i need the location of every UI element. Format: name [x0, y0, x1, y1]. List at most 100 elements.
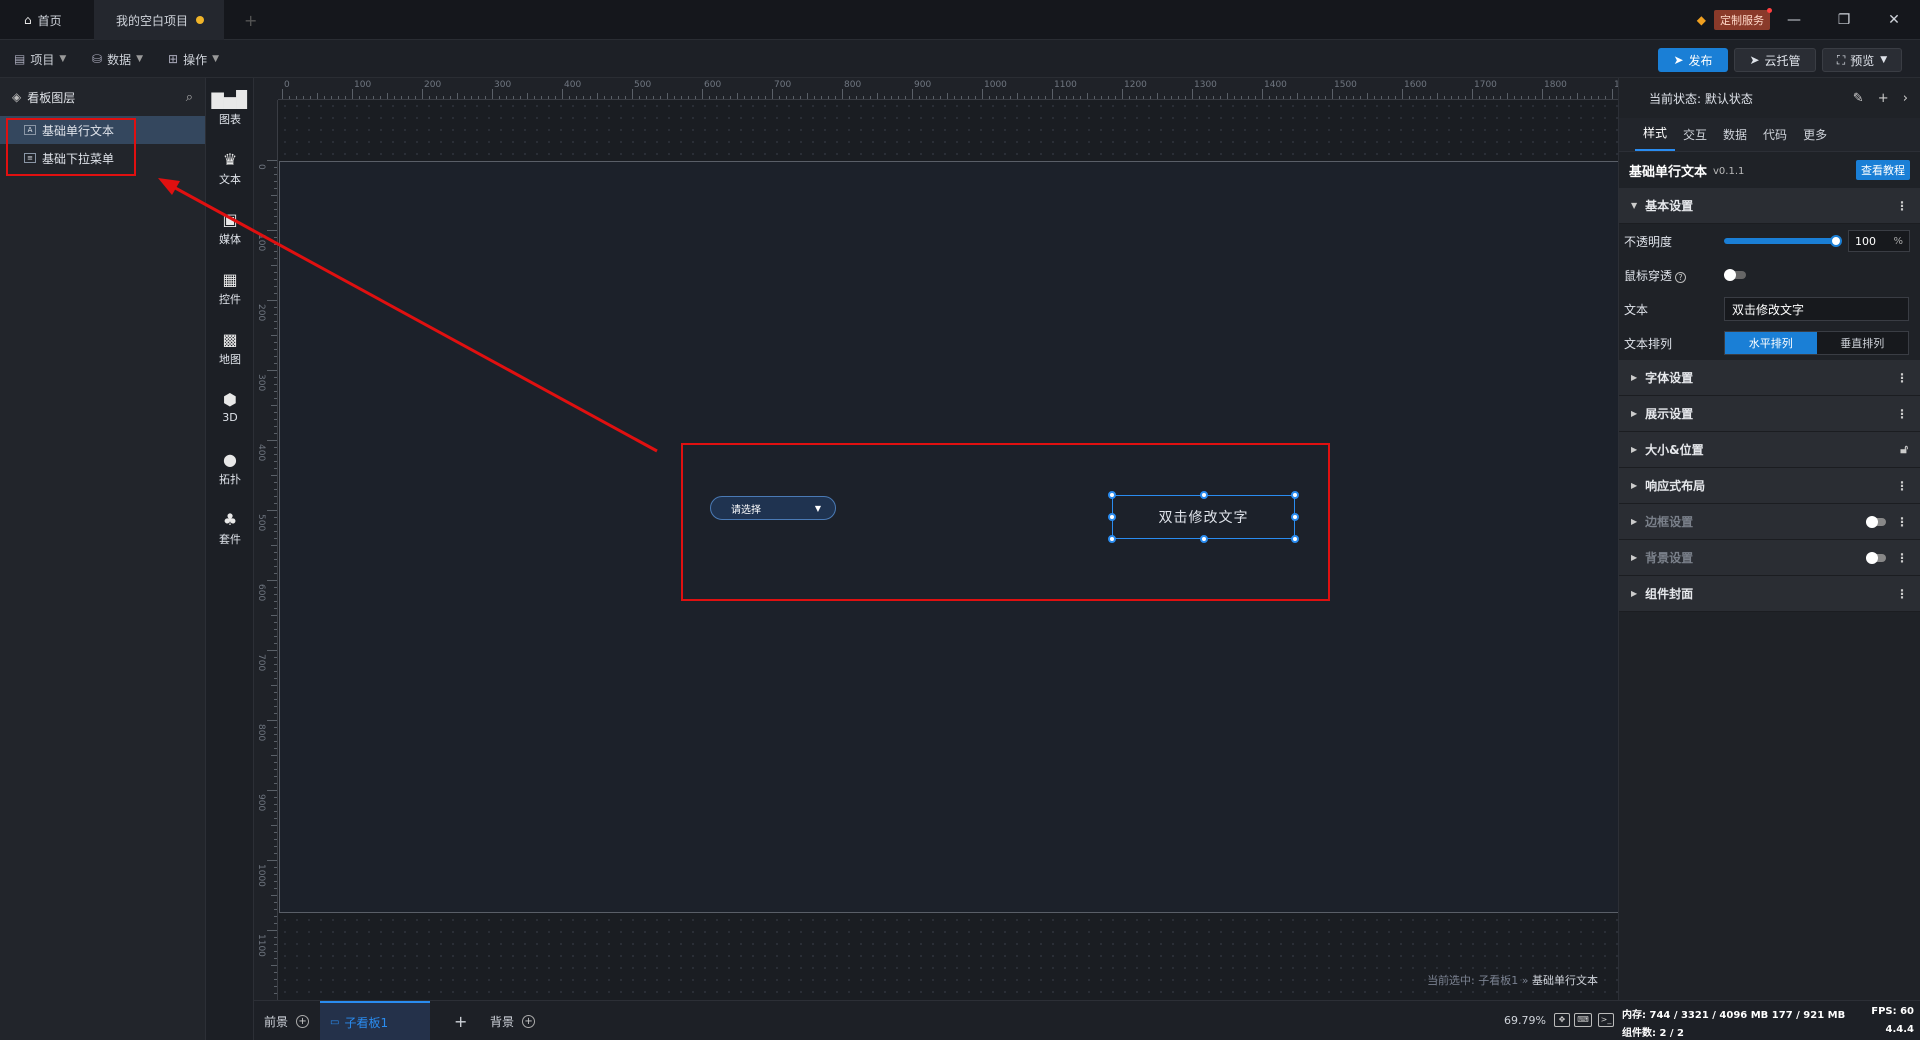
tab-code[interactable]: 代码	[1755, 126, 1795, 151]
ruler-tick	[274, 321, 277, 322]
section-background[interactable]: ▶ 背景设置 ⋮	[1619, 540, 1920, 576]
layers-icon: ◈	[12, 90, 22, 104]
category-3d[interactable]: ⬢ 3D	[206, 390, 254, 436]
add-circle-icon[interactable]: +	[522, 1014, 536, 1028]
fit-screen-icon[interactable]: ✥	[1554, 1013, 1570, 1027]
more-vertical-icon[interactable]: ⋮	[1896, 371, 1908, 385]
menu-bar: ▤ 项目 ▼ ⛁ 数据 ▼ ⊞ 操作 ▼ ➤ 发布 ➤ 云托管 ⛶ 预览 ▼	[0, 40, 1920, 78]
plus-icon[interactable]: +	[1878, 91, 1889, 106]
tab-home[interactable]: ⌂ 首页	[14, 0, 94, 40]
tab-subboard[interactable]: ▭ 子看板1	[320, 1001, 430, 1040]
close-window-button[interactable]: ✕	[1874, 0, 1914, 40]
section-basic[interactable]: ▼ 基本设置 ⋮	[1619, 188, 1920, 224]
opacity-input[interactable]: 100 %	[1848, 230, 1910, 252]
category-suite[interactable]: ♣ 套件	[206, 510, 254, 556]
ruler-tick	[1283, 96, 1284, 99]
ruler-tick	[828, 96, 829, 99]
more-vertical-icon[interactable]: ⋮	[1896, 515, 1908, 529]
tab-project[interactable]: 我的空白项目	[94, 0, 224, 40]
more-vertical-icon[interactable]: ⋮	[1896, 551, 1908, 565]
ruler-tick	[1577, 93, 1578, 99]
crown-icon: ♛	[222, 150, 238, 169]
ruler-tick	[274, 489, 277, 490]
more-vertical-icon[interactable]: ⋮	[1896, 587, 1908, 601]
ruler-tick	[604, 96, 605, 99]
category-chart[interactable]: ▇▅▉ 图表	[206, 90, 254, 136]
arrange-vertical-button[interactable]: 垂直排列	[1816, 332, 1908, 354]
category-control[interactable]: ▦ 控件	[206, 270, 254, 316]
background-toggle[interactable]	[1866, 551, 1886, 564]
ruler-tick	[317, 93, 318, 99]
ruler-tick	[274, 328, 277, 329]
category-media[interactable]: ▣ 媒体	[206, 210, 254, 256]
ruler-tick	[267, 650, 277, 651]
chevron-right-icon[interactable]: ›	[1903, 91, 1908, 106]
restore-button[interactable]: ❐	[1824, 0, 1864, 40]
ruler-tick	[274, 216, 277, 217]
tab-foreground[interactable]: 前景 +	[264, 1001, 310, 1040]
diamond-icon: ◆	[1696, 13, 1706, 27]
section-responsive[interactable]: ▶ 响应式布局 ⋮	[1619, 468, 1920, 504]
ruler-tick	[933, 96, 934, 99]
minimize-button[interactable]: —	[1774, 0, 1814, 40]
border-toggle[interactable]	[1866, 515, 1886, 528]
section-cover[interactable]: ▶ 组件封面 ⋮	[1619, 576, 1920, 612]
tab-background[interactable]: 背景 +	[490, 1001, 536, 1040]
tab-data[interactable]: 数据	[1715, 126, 1755, 151]
edit-icon[interactable]: ✎	[1853, 91, 1864, 106]
section-font[interactable]: ▶ 字体设置 ⋮	[1619, 360, 1920, 396]
shirt-icon: ♣	[222, 510, 238, 529]
lock-icon[interactable]: 🔓︎	[1900, 442, 1908, 457]
menu-data[interactable]: ⛁ 数据 ▼	[92, 49, 143, 69]
custom-service-button[interactable]: ◆ 定制服务	[1696, 8, 1772, 30]
text-input[interactable]: 双击修改文字	[1724, 297, 1909, 321]
ruler-tick	[271, 545, 277, 546]
menu-operate[interactable]: ⊞ 操作 ▼	[168, 49, 219, 69]
category-text[interactable]: ♛ 文本	[206, 150, 254, 196]
ruler-tick	[1129, 96, 1130, 99]
cloud-host-button[interactable]: ➤ 云托管	[1734, 48, 1816, 72]
ruler-tick-label: 900	[914, 80, 932, 90]
category-topology[interactable]: ● 拓扑	[206, 450, 254, 496]
add-tab-button[interactable]: +	[244, 0, 264, 40]
ruler-tick	[274, 958, 277, 959]
map-icon: ▩	[222, 330, 238, 349]
cloud-host-label: 云托管	[1764, 53, 1801, 68]
more-vertical-icon[interactable]: ⋮	[1896, 199, 1908, 213]
section-size-position[interactable]: ▶ 大小&位置 🔓︎	[1619, 432, 1920, 468]
section-display[interactable]: ▶ 展示设置 ⋮	[1619, 396, 1920, 432]
ruler-tick	[274, 531, 277, 532]
publish-button[interactable]: ➤ 发布	[1658, 48, 1728, 72]
ruler-tick	[611, 96, 612, 99]
tab-style[interactable]: 样式	[1635, 124, 1676, 151]
add-circle-icon[interactable]: +	[296, 1014, 310, 1028]
section-border[interactable]: ▶ 边框设置 ⋮	[1619, 504, 1920, 540]
arrange-horizontal-button[interactable]: 水平排列	[1725, 332, 1817, 354]
ruler-tick	[401, 96, 402, 99]
tab-project-label: 我的空白项目	[116, 13, 189, 28]
ruler-tick	[1290, 96, 1291, 99]
tab-more[interactable]: 更多	[1795, 126, 1835, 151]
keyboard-icon[interactable]: ⌨	[1574, 1013, 1592, 1027]
more-vertical-icon[interactable]: ⋮	[1896, 407, 1908, 421]
mouse-through-toggle[interactable]	[1724, 269, 1746, 281]
more-vertical-icon[interactable]: ⋮	[1896, 479, 1908, 493]
ruler-tick	[737, 93, 738, 99]
opacity-slider[interactable]	[1724, 235, 1842, 247]
zoom-level[interactable]: 69.79%	[1504, 1014, 1546, 1027]
preview-button[interactable]: ⛶ 预览 ▼	[1822, 48, 1902, 72]
category-map[interactable]: ▩ 地图	[206, 330, 254, 376]
search-icon[interactable]: ⌕	[186, 90, 193, 105]
ruler-tick	[282, 89, 283, 99]
add-subboard-button[interactable]: +	[454, 1001, 467, 1040]
slider-knob[interactable]	[1830, 235, 1842, 247]
menu-project[interactable]: ▤ 项目 ▼	[14, 49, 66, 69]
help-icon[interactable]: ?	[1675, 271, 1687, 283]
ruler-tick	[271, 825, 277, 826]
tab-interaction[interactable]: 交互	[1675, 126, 1715, 151]
ruler-tick	[1087, 93, 1088, 99]
tutorial-button[interactable]: 查看教程	[1856, 160, 1910, 180]
ruler-tick	[267, 510, 277, 511]
terminal-icon[interactable]: >_	[1598, 1013, 1614, 1027]
ruler-tick	[274, 251, 277, 252]
